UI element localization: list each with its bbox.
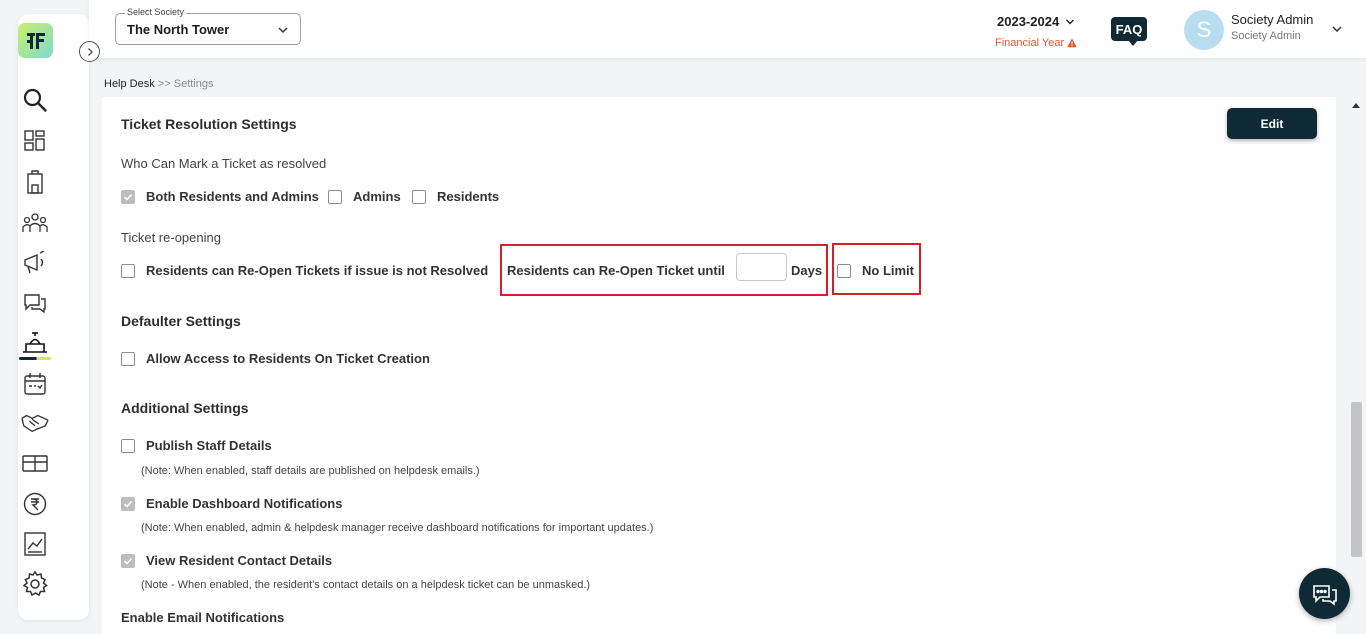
check-icon (123, 557, 133, 565)
checkbox[interactable] (328, 189, 342, 204)
checkbox[interactable] (412, 189, 426, 204)
checkbox[interactable] (121, 351, 135, 366)
reopen-days-input[interactable] (736, 253, 787, 281)
additional-settings-title: Additional Settings (121, 400, 249, 416)
handshake-icon[interactable] (21, 409, 49, 437)
scrollbar-thumb[interactable] (1351, 402, 1362, 557)
chat-icon[interactable] (21, 289, 49, 317)
option-residents[interactable]: Residents (412, 189, 499, 204)
active-nav-indicator (19, 357, 51, 360)
who-can-resolve-label: Who Can Mark a Ticket as resolved (121, 156, 327, 171)
user-role: Society Admin (1231, 30, 1301, 42)
breadcrumb-root[interactable]: Help Desk (104, 78, 155, 90)
option-view-resident-contact[interactable]: View Resident Contact Details (121, 553, 332, 568)
dashboard-icon[interactable] (21, 127, 49, 155)
calendar-icon[interactable] (21, 370, 49, 398)
chevron-down-icon (278, 27, 288, 33)
society-select-value: The North Tower (127, 22, 230, 37)
option-allow-access-residents[interactable]: Allow Access to Residents On Ticket Crea… (121, 351, 430, 366)
email-notifications-title: Enable Email Notifications (121, 610, 285, 625)
check-icon (123, 193, 133, 201)
checkbox[interactable] (121, 263, 135, 278)
financial-year-label: Financial Year (995, 37, 1077, 49)
gift-icon[interactable] (21, 449, 49, 477)
chat-icon (1312, 584, 1337, 606)
warning-icon (1067, 38, 1077, 48)
days-label: Days (791, 263, 823, 278)
ticket-reopening-label: Ticket re-opening (121, 230, 221, 245)
option-residents-can-reopen[interactable]: Residents can Re-Open Tickets if issue i… (121, 263, 488, 278)
edit-button[interactable]: Edit (1227, 108, 1317, 139)
breadcrumb-current: Settings (173, 78, 214, 90)
gear-icon[interactable] (21, 570, 49, 598)
checkbox-checked[interactable] (121, 553, 135, 568)
avatar[interactable]: S (1184, 10, 1224, 50)
chart-icon[interactable] (21, 530, 49, 558)
society-select-label: Select Society (125, 7, 187, 17)
option-both-residents-admins[interactable]: Both Residents and Admins (121, 189, 319, 204)
faq-button[interactable]: FAQ (1111, 17, 1147, 46)
option-enable-dashboard-notifications[interactable]: Enable Dashboard Notifications (121, 496, 342, 511)
ticket-resolution-title: Ticket Resolution Settings (121, 116, 297, 132)
resident-contact-note: (Note - When enabled, the resident's con… (141, 579, 591, 591)
rupee-icon[interactable] (21, 490, 49, 518)
reopen-until-label: Residents can Re-Open Ticket until (507, 263, 725, 278)
option-admins[interactable]: Admins (328, 189, 401, 204)
breadcrumb-separator: >> (157, 78, 171, 90)
checkbox[interactable] (121, 438, 135, 453)
support-chat-button[interactable] (1299, 568, 1350, 619)
checkbox-checked[interactable] (121, 189, 135, 204)
user-name: Society Admin (1231, 12, 1314, 27)
app-logo[interactable] (18, 23, 53, 58)
checkbox[interactable] (837, 263, 851, 278)
check-icon (123, 500, 133, 508)
helpdesk-icon[interactable] (21, 329, 49, 357)
option-publish-staff-details[interactable]: Publish Staff Details (121, 438, 272, 453)
dashboard-notifications-note: (Note: When enabled, admin & helpdesk ma… (141, 522, 654, 534)
settings-panel: Ticket Resolution Settings Edit Who Can … (102, 97, 1336, 634)
chevron-down-icon[interactable] (1331, 23, 1343, 35)
checkbox-checked[interactable] (121, 496, 135, 511)
scroll-up-arrow[interactable] (1352, 102, 1360, 110)
megaphone-icon[interactable] (21, 249, 49, 277)
year-value: 2023-2024 (997, 14, 1060, 29)
sidebar-collapse-button[interactable] (79, 41, 100, 62)
publish-staff-note: (Note: When enabled, staff details are p… (141, 465, 480, 477)
society-select[interactable]: Select Society The North Tower (115, 7, 301, 45)
search-icon[interactable] (21, 86, 49, 114)
breadcrumb: Help Desk >> Settings (104, 78, 213, 90)
option-no-limit[interactable]: No Limit (837, 263, 914, 278)
users-icon[interactable] (21, 209, 49, 237)
year-selector[interactable]: 2023-2024 (997, 14, 1075, 29)
chevron-down-icon (1066, 18, 1075, 25)
chevron-right-icon (87, 47, 93, 56)
defaulter-settings-title: Defaulter Settings (121, 313, 241, 329)
top-header: Select Society The North Tower 2023-2024… (89, 0, 1366, 58)
building-icon[interactable] (21, 168, 49, 196)
